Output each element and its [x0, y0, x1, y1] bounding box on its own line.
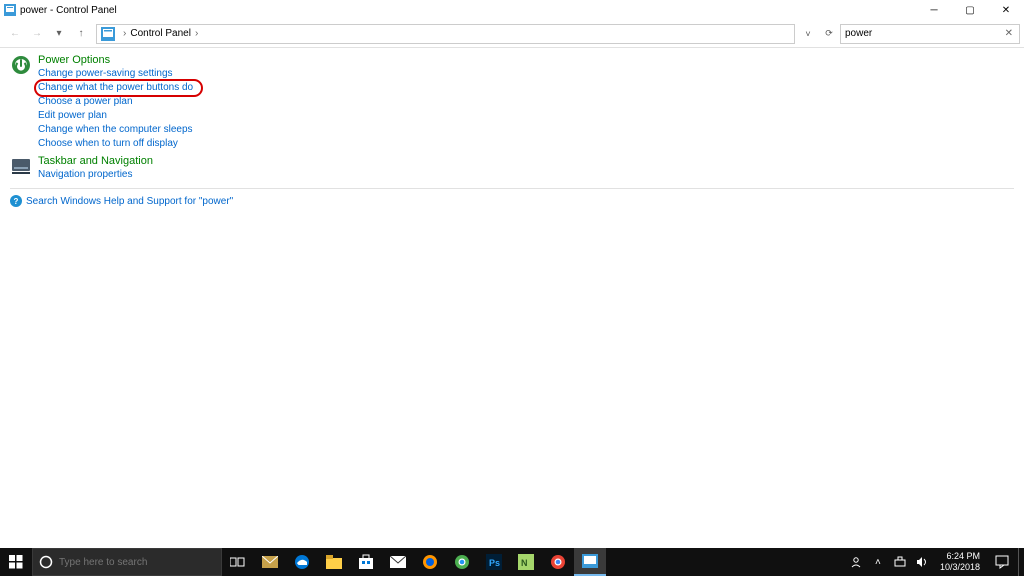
tray-network-icon[interactable]	[892, 556, 908, 568]
help-text: Search Windows Help and Support for "pow…	[26, 196, 233, 207]
clear-search-icon[interactable]: ✕	[1003, 28, 1015, 39]
taskbar-clock[interactable]: 6:24 PM 10/3/2018	[934, 548, 986, 576]
tray-people-icon[interactable]	[848, 556, 864, 568]
address-dropdown-icon[interactable]: ˅	[799, 25, 817, 43]
system-tray[interactable]: ˄	[844, 548, 934, 576]
link-change-power-saving-settings[interactable]: Change power-saving settings	[38, 67, 1014, 81]
windows-taskbar: Ps N ˄ 6:24 PM 10/3/2018	[0, 548, 1024, 576]
taskbar-app-firefox[interactable]	[414, 548, 446, 576]
group-heading[interactable]: Power Options	[38, 54, 1014, 66]
link-choose-when-turn-off-display[interactable]: Choose when to turn off display	[38, 137, 1014, 151]
taskbar-app-notepadpp[interactable]: N	[510, 548, 542, 576]
breadcrumb-separator: ›	[123, 28, 126, 39]
show-desktop-button[interactable]	[1018, 548, 1024, 576]
taskbar-app-control-panel[interactable]	[574, 548, 606, 576]
link-edit-power-plan[interactable]: Edit power plan	[38, 109, 1014, 123]
link-navigation-properties[interactable]: Navigation properties	[38, 168, 1014, 182]
address-bar[interactable]: › Control Panel ›	[96, 24, 795, 44]
up-button[interactable]: ↑	[70, 23, 92, 45]
task-view-button[interactable]	[222, 548, 254, 576]
tray-chevron-up-icon[interactable]: ˄	[870, 557, 886, 568]
search-input[interactable]	[845, 28, 1003, 39]
minimize-button[interactable]: ─	[916, 0, 952, 20]
result-group-power-options: Power Options Change power-saving settin…	[10, 54, 1014, 151]
close-button[interactable]: ✕	[988, 0, 1024, 20]
taskbar-pinned-apps: Ps N	[222, 548, 606, 576]
taskbar-app-chrome-2[interactable]	[542, 548, 574, 576]
window-title: power - Control Panel	[20, 5, 117, 16]
taskbar-app-mailapp[interactable]	[382, 548, 414, 576]
control-panel-icon	[101, 27, 115, 41]
back-button[interactable]: ←	[4, 23, 26, 45]
action-center-button[interactable]	[986, 548, 1018, 576]
taskbar-app-file-explorer[interactable]	[318, 548, 350, 576]
taskbar-search[interactable]	[32, 548, 222, 576]
forward-button[interactable]: →	[26, 23, 48, 45]
taskbar-app-edge[interactable]	[286, 548, 318, 576]
breadcrumb-separator: ›	[195, 28, 198, 39]
result-group-taskbar-navigation: Taskbar and Navigation Navigation proper…	[10, 155, 1014, 182]
cortana-icon	[39, 555, 53, 569]
breadcrumb-root[interactable]: Control Panel	[130, 28, 191, 39]
start-button[interactable]	[0, 548, 32, 576]
group-heading[interactable]: Taskbar and Navigation	[38, 155, 1014, 167]
window-titlebar: power - Control Panel ─ ▢ ✕	[0, 0, 1024, 20]
taskbar-app-store[interactable]	[350, 548, 382, 576]
control-panel-icon	[4, 4, 16, 16]
taskbar-app-chrome[interactable]	[446, 548, 478, 576]
help-icon: ?	[10, 195, 22, 207]
clock-date: 10/3/2018	[940, 562, 980, 573]
link-choose-power-plan[interactable]: Choose a power plan	[38, 95, 1014, 109]
taskbar-app-mail[interactable]	[254, 548, 286, 576]
taskbar-app-photoshop[interactable]: Ps	[478, 548, 510, 576]
link-change-when-computer-sleeps[interactable]: Change when the computer sleeps	[38, 123, 1014, 137]
svg-text:N: N	[521, 558, 528, 568]
divider	[10, 188, 1014, 189]
maximize-button[interactable]: ▢	[952, 0, 988, 20]
link-change-what-power-buttons-do[interactable]: Change what the power buttons do	[38, 81, 193, 95]
navigation-bar: ← → ▾ ↑ › Control Panel › ˅ ⟳ ✕	[0, 20, 1024, 48]
taskbar-search-input[interactable]	[59, 557, 215, 568]
results-pane: Power Options Change power-saving settin…	[0, 48, 1024, 213]
search-help-link[interactable]: ? Search Windows Help and Support for "p…	[10, 195, 1014, 207]
recent-dropdown-icon[interactable]: ▾	[48, 23, 70, 45]
clock-time: 6:24 PM	[940, 551, 980, 562]
tray-volume-icon[interactable]	[914, 556, 930, 568]
taskbar-navigation-icon	[10, 155, 32, 177]
refresh-button[interactable]: ⟳	[820, 25, 838, 43]
svg-text:Ps: Ps	[489, 558, 500, 568]
power-options-icon	[10, 54, 32, 76]
search-box[interactable]: ✕	[840, 24, 1020, 44]
